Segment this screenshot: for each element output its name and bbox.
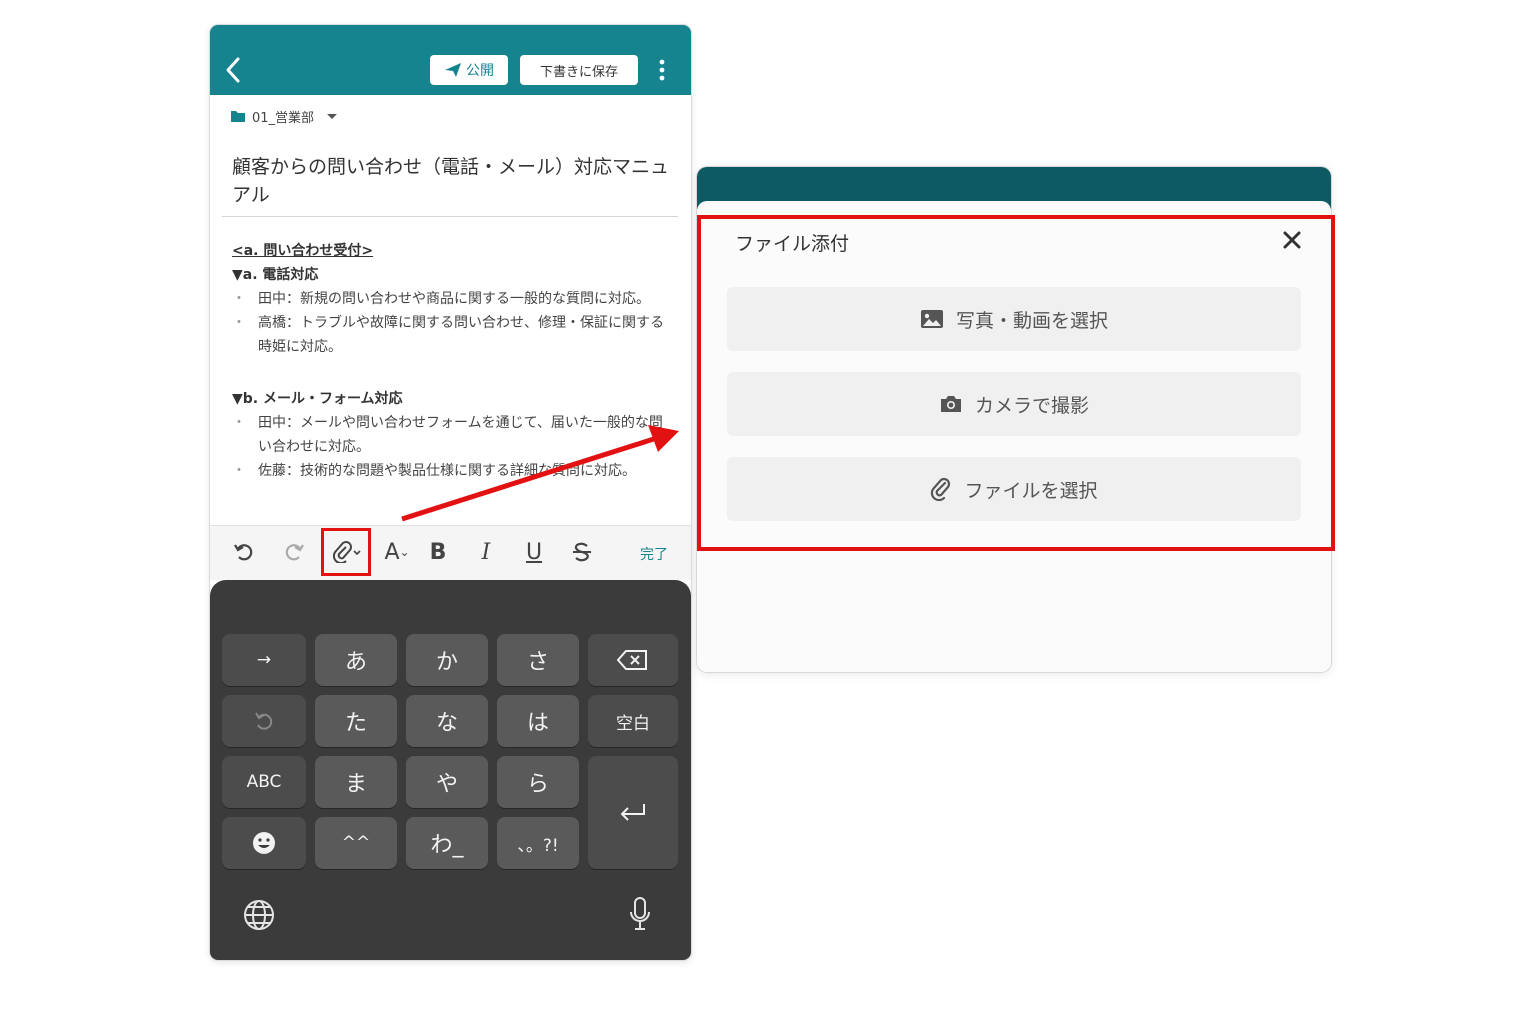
folder-icon — [231, 111, 245, 122]
mail-heading: ▼b. メール・フォーム対応 — [232, 391, 403, 407]
emoji-key[interactable] — [222, 817, 306, 869]
phone-screen: 公開 下書きに保存 01_営業部 顧客からの問い合わせ（電話・メール）対応マニュ… — [210, 25, 691, 960]
key-ha[interactable]: は — [497, 695, 579, 747]
document-body[interactable]: <a. 問い合わせ受付> ▼a. 電話対応 田中：新規の問い合わせや商品に関する… — [232, 239, 672, 525]
folder-name: 01_営業部 — [252, 110, 315, 126]
key-label: ら — [526, 772, 549, 797]
bold-icon[interactable]: B — [424, 538, 452, 566]
key-label: ^^ — [341, 833, 371, 853]
key-arrow[interactable]: → — [222, 634, 306, 686]
chevron-down-icon — [327, 114, 338, 119]
title-divider — [222, 216, 678, 217]
publish-button[interactable]: 公開 — [430, 55, 508, 85]
key-ma[interactable]: ま — [315, 756, 397, 808]
done-button[interactable]: 完了 — [640, 544, 668, 564]
key-na[interactable]: な — [406, 695, 488, 747]
backspace-icon — [617, 650, 647, 670]
return-key[interactable] — [588, 756, 678, 869]
key-punctuation[interactable]: 、。?! — [497, 817, 579, 869]
font-size-label: A — [384, 539, 400, 565]
bold-label: B — [429, 539, 447, 565]
key-ka[interactable]: か — [406, 634, 488, 686]
undo-icon[interactable] — [230, 538, 258, 566]
undo-key[interactable] — [222, 695, 306, 747]
font-size-icon[interactable]: A ⌄ — [380, 538, 414, 566]
space-key[interactable]: 空白 — [588, 695, 678, 747]
emoji-icon — [253, 832, 275, 854]
key-wa[interactable]: わ_ — [406, 817, 488, 869]
backspace-key[interactable] — [588, 634, 678, 686]
key-label: 空白 — [616, 713, 650, 734]
globe-icon[interactable] — [242, 898, 276, 932]
key-label: わ_ — [430, 833, 464, 858]
redo-icon[interactable] — [280, 538, 308, 566]
key-label: → — [256, 650, 272, 670]
key-ra[interactable]: ら — [497, 756, 579, 808]
list-item: 高橋：トラブルや故障に関する問い合わせ、修理・保証に関する時姫に対応。 — [232, 311, 672, 359]
undo-key-icon — [255, 712, 273, 730]
key-label: ABC — [246, 772, 282, 792]
more-vertical-icon[interactable] — [654, 57, 670, 83]
key-label: な — [435, 711, 458, 736]
editor-toolbar: A ⌄ B I U 完了 — [210, 525, 691, 580]
key-label: は — [526, 711, 549, 736]
app-header: 公開 下書きに保存 — [210, 25, 691, 95]
folder-selector[interactable]: 01_営業部 — [230, 105, 338, 127]
italic-icon[interactable]: I — [472, 538, 500, 566]
back-arrow-icon[interactable] — [222, 55, 244, 85]
abc-key[interactable]: ABC — [222, 756, 306, 808]
key-a[interactable]: あ — [315, 634, 397, 686]
phone-heading: ▼a. 電話対応 — [232, 267, 319, 283]
key-label: ま — [344, 772, 367, 797]
key-kaomoji[interactable]: ^^ — [315, 817, 397, 869]
microphone-icon[interactable] — [628, 896, 652, 934]
publish-label: 公開 — [466, 63, 494, 79]
key-label: あ — [344, 650, 367, 675]
dialog-highlight-frame — [697, 215, 1335, 551]
underline-icon[interactable]: U — [520, 538, 548, 566]
return-icon — [620, 803, 645, 821]
strikethrough-icon[interactable] — [568, 538, 596, 566]
key-sa[interactable]: さ — [497, 634, 579, 686]
document-title[interactable]: 顧客からの問い合わせ（電話・メール）対応マニュアル — [232, 153, 672, 209]
attach-highlight — [321, 528, 371, 576]
key-ya[interactable]: や — [406, 756, 488, 808]
underline-label: U — [525, 539, 543, 565]
save-draft-button[interactable]: 下書きに保存 — [520, 55, 638, 85]
key-label: た — [344, 711, 367, 736]
save-draft-label: 下書きに保存 — [539, 64, 618, 80]
keyboard: → あ か さ た な は 空白 ABC ま や ら ^^ わ_ 、。?! — [210, 580, 691, 960]
key-ta[interactable]: た — [315, 695, 397, 747]
section-heading: <a. 問い合わせ受付> — [232, 243, 374, 259]
key-label: 、。?! — [517, 835, 559, 856]
key-label: や — [435, 772, 458, 797]
key-label: か — [435, 650, 458, 675]
list-item: 田中：新規の問い合わせや商品に関する一般的な質問に対応。 — [232, 287, 672, 311]
key-label: さ — [526, 650, 549, 675]
list-item: 佐藤：技術的な問題や製品仕様に関する詳細な質問に対応。 — [232, 459, 672, 483]
list-item: 田中：メールや問い合わせフォームを通じて、届いた一般的な問い合わせに対応。 — [232, 411, 672, 459]
italic-label: I — [481, 539, 491, 565]
send-icon — [445, 63, 461, 77]
